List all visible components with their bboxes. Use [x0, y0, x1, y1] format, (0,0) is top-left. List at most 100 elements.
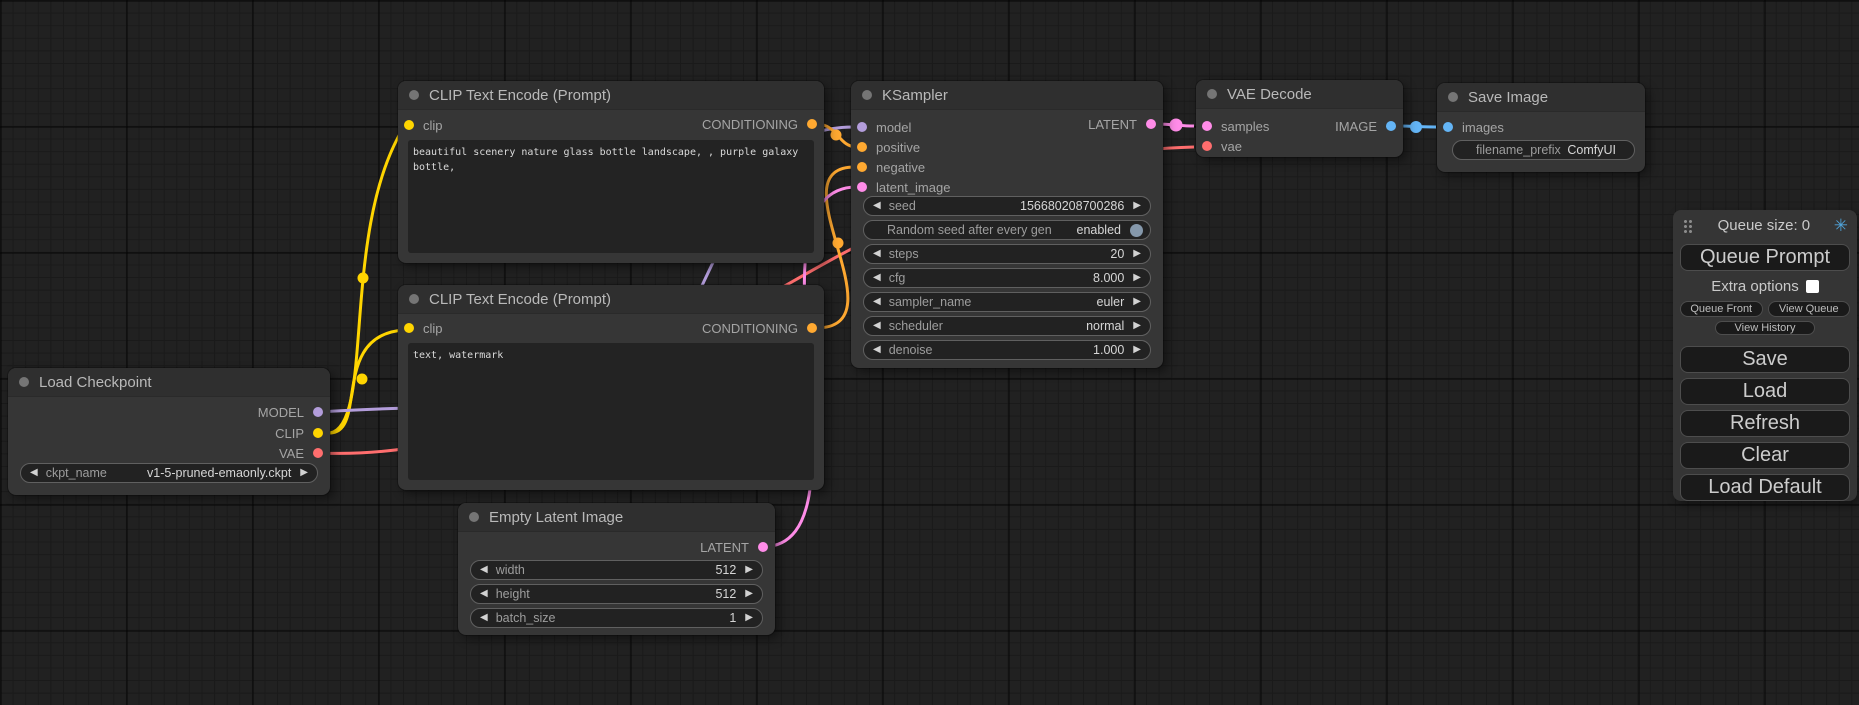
clip-slot-dot-icon[interactable]: [404, 120, 414, 130]
clip-slot-dot-icon[interactable]: [404, 323, 414, 333]
sampler-name-widget[interactable]: ◀ sampler_name euler ▶: [863, 292, 1151, 312]
output-slot-image[interactable]: IMAGE: [1335, 119, 1396, 133]
node-title-bar[interactable]: CLIP Text Encode (Prompt): [398, 81, 824, 110]
image-slot-dot-icon[interactable]: [1386, 121, 1396, 131]
collapse-dot-icon[interactable]: [409, 294, 419, 304]
collapse-dot-icon[interactable]: [469, 512, 479, 522]
arrow-left-icon[interactable]: ◀: [873, 249, 881, 259]
seed-widget[interactable]: ◀ seed 156680208700286 ▶: [863, 196, 1151, 216]
refresh-button[interactable]: Refresh: [1680, 410, 1850, 437]
arrow-left-icon[interactable]: ◀: [480, 589, 488, 599]
latent-slot-dot-icon[interactable]: [857, 182, 867, 192]
steps-widget[interactable]: ◀ steps 20 ▶: [863, 244, 1151, 264]
node-clip-text-encode-positive[interactable]: CLIP Text Encode (Prompt) clip CONDITION…: [398, 81, 824, 263]
clear-button[interactable]: Clear: [1680, 442, 1850, 469]
view-history-button[interactable]: View History: [1715, 321, 1815, 335]
load-default-button[interactable]: Load Default: [1680, 474, 1850, 501]
node-save-image[interactable]: Save Image images filename_prefix ComfyU…: [1437, 83, 1645, 172]
arrow-right-icon[interactable]: ▶: [1133, 273, 1141, 283]
input-slot-negative[interactable]: negative: [857, 160, 925, 174]
view-queue-button[interactable]: View Queue: [1768, 301, 1851, 317]
scheduler-widget[interactable]: ◀ scheduler normal ▶: [863, 316, 1151, 336]
width-widget[interactable]: ◀ width 512 ▶: [470, 560, 763, 580]
output-slot-latent[interactable]: LATENT: [700, 540, 768, 554]
vae-slot-dot-icon[interactable]: [313, 448, 323, 458]
arrow-left-icon[interactable]: ◀: [30, 468, 38, 478]
node-empty-latent-image[interactable]: Empty Latent Image LATENT ◀ width 512 ▶ …: [458, 503, 775, 635]
arrow-left-icon[interactable]: ◀: [873, 201, 881, 211]
input-slot-samples[interactable]: samples: [1202, 119, 1269, 133]
batch-size-widget[interactable]: ◀ batch_size 1 ▶: [470, 608, 763, 628]
input-slot-model[interactable]: model: [857, 120, 911, 134]
load-button[interactable]: Load: [1680, 378, 1850, 405]
node-load-checkpoint[interactable]: Load Checkpoint MODEL CLIP VAE ◀ ckpt_na…: [8, 368, 330, 495]
latent-slot-dot-icon[interactable]: [1202, 121, 1212, 131]
node-title-bar[interactable]: Empty Latent Image: [458, 503, 775, 532]
arrow-left-icon[interactable]: ◀: [480, 565, 488, 575]
clip-slot-dot-icon[interactable]: [313, 428, 323, 438]
arrow-right-icon[interactable]: ▶: [1133, 345, 1141, 355]
queue-prompt-button[interactable]: Queue Prompt: [1680, 244, 1850, 271]
input-slot-vae[interactable]: vae: [1202, 139, 1242, 153]
node-title-bar[interactable]: Save Image: [1437, 83, 1645, 112]
input-slot-images[interactable]: images: [1443, 120, 1504, 134]
image-slot-dot-icon[interactable]: [1443, 122, 1453, 132]
output-slot-latent[interactable]: LATENT: [1088, 117, 1156, 131]
output-slot-conditioning[interactable]: CONDITIONING: [702, 117, 817, 131]
arrow-right-icon[interactable]: ▶: [745, 613, 753, 623]
arrow-right-icon[interactable]: ▶: [1133, 201, 1141, 211]
arrow-left-icon[interactable]: ◀: [873, 273, 881, 283]
arrow-left-icon[interactable]: ◀: [480, 613, 488, 623]
collapse-dot-icon[interactable]: [19, 377, 29, 387]
negative-prompt-textarea[interactable]: text, watermark: [408, 343, 814, 480]
settings-gear-icon[interactable]: ✳: [1834, 217, 1848, 234]
conditioning-slot-dot-icon[interactable]: [807, 119, 817, 129]
latent-slot-dot-icon[interactable]: [1146, 119, 1156, 129]
height-widget[interactable]: ◀ height 512 ▶: [470, 584, 763, 604]
denoise-widget[interactable]: ◀ denoise 1.000 ▶: [863, 340, 1151, 360]
collapse-dot-icon[interactable]: [1448, 92, 1458, 102]
conditioning-slot-dot-icon[interactable]: [807, 323, 817, 333]
model-slot-dot-icon[interactable]: [857, 122, 867, 132]
collapse-dot-icon[interactable]: [1207, 89, 1217, 99]
positive-prompt-textarea[interactable]: beautiful scenery nature glass bottle la…: [408, 140, 814, 253]
node-ksampler[interactable]: KSampler model positive negative latent_…: [851, 81, 1163, 368]
node-title-bar[interactable]: KSampler: [851, 81, 1163, 110]
input-slot-clip[interactable]: clip: [404, 321, 443, 335]
node-title-bar[interactable]: VAE Decode: [1196, 80, 1403, 109]
node-title-bar[interactable]: CLIP Text Encode (Prompt): [398, 285, 824, 314]
input-slot-latent-image[interactable]: latent_image: [857, 180, 950, 194]
arrow-left-icon[interactable]: ◀: [873, 321, 881, 331]
latent-slot-dot-icon[interactable]: [758, 542, 768, 552]
arrow-right-icon[interactable]: ▶: [745, 565, 753, 575]
output-slot-conditioning[interactable]: CONDITIONING: [702, 321, 817, 335]
cfg-widget[interactable]: ◀ cfg 8.000 ▶: [863, 268, 1151, 288]
input-slot-clip[interactable]: clip: [404, 118, 443, 132]
vae-slot-dot-icon[interactable]: [1202, 141, 1212, 151]
output-slot-vae[interactable]: VAE: [279, 446, 323, 460]
arrow-right-icon[interactable]: ▶: [1133, 249, 1141, 259]
output-slot-clip[interactable]: CLIP: [275, 426, 323, 440]
toggle-knob-icon[interactable]: [1130, 224, 1143, 237]
collapse-dot-icon[interactable]: [409, 90, 419, 100]
arrow-right-icon[interactable]: ▶: [300, 468, 308, 478]
node-vae-decode[interactable]: VAE Decode samples vae IMAGE: [1196, 80, 1403, 157]
arrow-right-icon[interactable]: ▶: [1133, 321, 1141, 331]
output-slot-model[interactable]: MODEL: [258, 405, 323, 419]
random-seed-toggle-widget[interactable]: Random seed after every gen enabled: [863, 220, 1151, 240]
filename-prefix-widget[interactable]: filename_prefix ComfyUI: [1452, 140, 1635, 160]
queue-front-button[interactable]: Queue Front: [1680, 301, 1763, 317]
ckpt-name-widget[interactable]: ◀ ckpt_name v1-5-pruned-emaonly.ckpt ▶: [20, 463, 318, 483]
drag-handle-icon[interactable]: [1683, 218, 1694, 233]
conditioning-slot-dot-icon[interactable]: [857, 162, 867, 172]
conditioning-slot-dot-icon[interactable]: [857, 142, 867, 152]
arrow-right-icon[interactable]: ▶: [1133, 297, 1141, 307]
arrow-left-icon[interactable]: ◀: [873, 297, 881, 307]
extra-options-checkbox[interactable]: [1806, 280, 1819, 293]
arrow-left-icon[interactable]: ◀: [873, 345, 881, 355]
collapse-dot-icon[interactable]: [862, 90, 872, 100]
save-button[interactable]: Save: [1680, 346, 1850, 373]
input-slot-positive[interactable]: positive: [857, 140, 920, 154]
node-clip-text-encode-negative[interactable]: CLIP Text Encode (Prompt) clip CONDITION…: [398, 285, 824, 490]
arrow-right-icon[interactable]: ▶: [745, 589, 753, 599]
